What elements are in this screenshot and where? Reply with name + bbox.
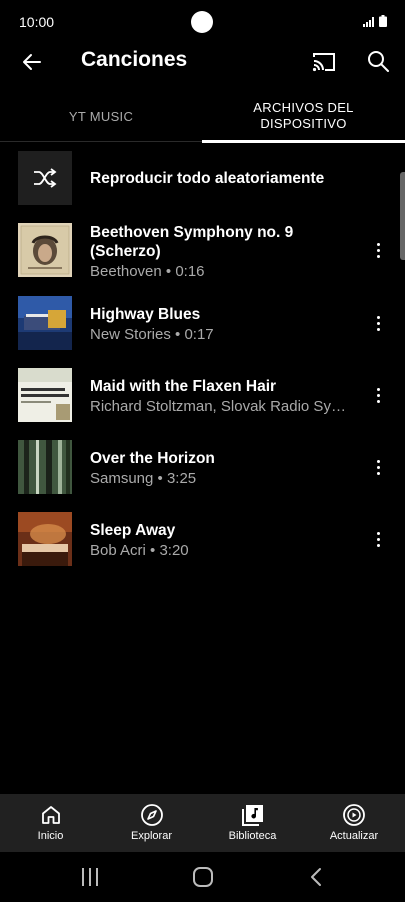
tab-yt-music[interactable]: YT MUSIC xyxy=(0,90,202,142)
more-options-icon[interactable] xyxy=(368,455,388,479)
song-row[interactable]: Beethoven Symphony no. 9 (Scherzo) Beeth… xyxy=(18,223,388,280)
camera-cutout xyxy=(191,11,213,33)
more-options-icon[interactable] xyxy=(368,238,388,262)
song-row[interactable]: Over the Horizon Samsung • 3:25 xyxy=(18,440,388,494)
system-navigation-bar xyxy=(0,852,405,902)
cast-icon[interactable] xyxy=(311,50,337,74)
system-back-icon[interactable] xyxy=(309,867,323,887)
library-icon xyxy=(241,805,263,826)
more-options-icon[interactable] xyxy=(368,311,388,335)
nav-item-home[interactable]: Inicio xyxy=(0,794,101,852)
nav-label: Actualizar xyxy=(329,830,379,842)
forest-album-art xyxy=(18,440,72,494)
song-title: Highway Blues xyxy=(90,306,201,323)
song-row[interactable]: Highway Blues New Stories • 0:17 xyxy=(18,296,388,350)
shuffle-label: Reproducir todo aleatoriamente xyxy=(90,170,325,187)
song-row[interactable]: Sleep Away Bob Acri • 3:20 xyxy=(18,512,388,566)
song-title: Maid with the Flaxen Hair xyxy=(90,378,277,395)
status-time: 10:00 xyxy=(19,14,55,30)
recent-apps-icon[interactable] xyxy=(80,868,100,886)
scrollbar-handle[interactable] xyxy=(400,172,405,260)
song-title: Beethoven Symphony no. 9 (Scherzo) xyxy=(90,224,294,260)
song-subtitle: Bob Acri • 3:20 xyxy=(90,542,189,559)
nav-label: Explorar xyxy=(131,830,172,842)
nav-item-upgrade[interactable]: Actualizar xyxy=(303,794,405,852)
song-title: Over the Horizon xyxy=(90,450,215,467)
status-icons xyxy=(363,15,387,27)
song-subtitle: Richard Stoltzman, Slovak Radio Sy… xyxy=(90,398,346,415)
richard-stoltzman-album-art xyxy=(18,368,72,422)
beethoven-album-art xyxy=(18,223,72,277)
bottom-navigation: Inicio Explorar Biblioteca Actualizar xyxy=(0,794,405,852)
tab-label: ARCHIVOS DEL DISPOSITIVO xyxy=(253,100,354,131)
upgrade-icon xyxy=(343,804,365,826)
home-icon xyxy=(41,806,60,824)
more-options-icon[interactable] xyxy=(368,527,388,551)
highway-blues-album-art xyxy=(18,296,72,350)
battery-icon xyxy=(379,15,387,27)
home-button-icon[interactable] xyxy=(192,866,214,888)
tab-device-files[interactable]: ARCHIVOS DEL DISPOSITIVO xyxy=(202,90,405,143)
nav-label: Inicio xyxy=(37,830,64,842)
nav-item-library[interactable]: Biblioteca xyxy=(202,794,303,852)
song-title: Sleep Away xyxy=(90,522,176,539)
song-subtitle: Beethoven • 0:16 xyxy=(90,263,205,280)
song-subtitle: New Stories • 0:17 xyxy=(90,326,214,343)
search-icon[interactable] xyxy=(366,49,390,73)
shuffle-tile xyxy=(18,151,72,205)
back-arrow-icon[interactable] xyxy=(20,50,44,74)
shuffle-all-row[interactable]: Reproducir todo aleatoriamente xyxy=(18,151,388,205)
nav-item-explore[interactable]: Explorar xyxy=(101,794,202,852)
status-bar: 10:00 xyxy=(0,0,405,44)
piano-album-art xyxy=(18,512,72,566)
more-options-icon[interactable] xyxy=(368,383,388,407)
nav-label: Biblioteca xyxy=(228,830,277,842)
compass-icon xyxy=(140,804,163,826)
tab-bar: YT MUSIC ARCHIVOS DEL DISPOSITIVO xyxy=(0,90,405,143)
app-bar: Canciones xyxy=(0,44,405,90)
signal-icon xyxy=(363,17,374,27)
song-subtitle: Samsung • 3:25 xyxy=(90,470,197,487)
page-title: Canciones xyxy=(81,48,188,71)
song-row[interactable]: Maid with the Flaxen Hair Richard Stoltz… xyxy=(18,368,388,422)
shuffle-icon xyxy=(34,168,57,188)
active-tab-indicator xyxy=(202,140,405,143)
tab-label: YT MUSIC xyxy=(68,108,134,124)
